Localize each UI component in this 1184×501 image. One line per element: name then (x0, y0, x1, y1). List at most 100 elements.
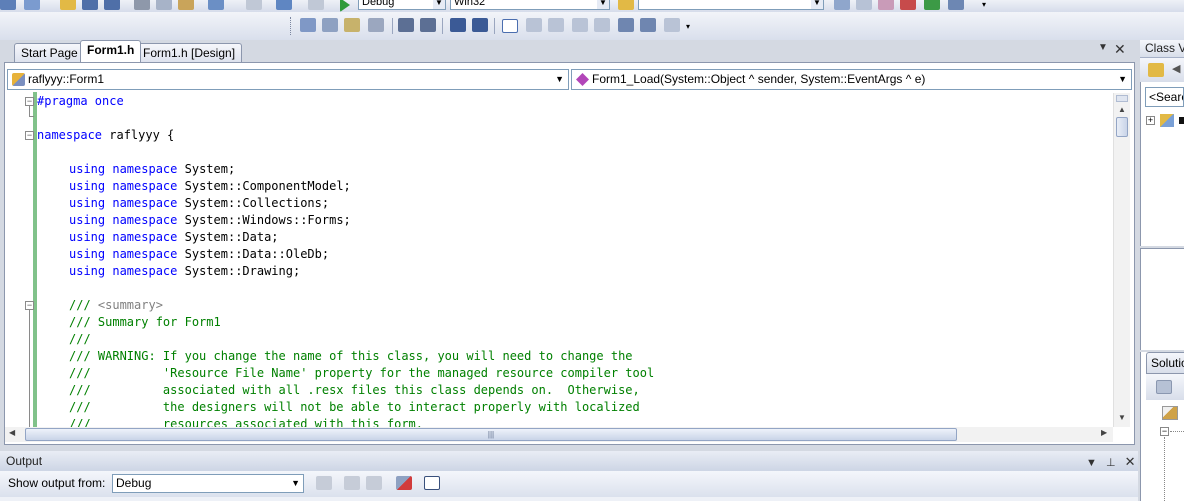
uncomment-lines-icon[interactable] (472, 18, 488, 32)
class-view-title[interactable]: Class Vi (1140, 40, 1184, 58)
increase-indent-icon[interactable] (420, 18, 436, 32)
outline-line (29, 310, 30, 428)
class-combo-value: raflyyy::Form1 (28, 72, 105, 86)
output-source-select[interactable]: Debug ▼ (112, 474, 304, 493)
close-document-icon[interactable]: ✕ (1114, 41, 1126, 58)
task-list-icon[interactable] (924, 0, 940, 10)
tab-start-page[interactable]: Start Page (14, 43, 85, 62)
class-view-toolbar: ◀ (1140, 58, 1184, 82)
member-navigation-combo[interactable]: Form1_Load(System::Object ^ sender, Syst… (571, 69, 1132, 90)
previous-message-icon[interactable] (344, 476, 360, 490)
find-icon[interactable] (834, 0, 850, 10)
properties-icon[interactable] (878, 0, 894, 10)
chevron-down-icon: ▼ (291, 478, 300, 488)
new-project-icon[interactable] (0, 0, 16, 10)
scroll-up-icon[interactable]: ▲ (1118, 105, 1126, 114)
find-in-files-icon[interactable] (618, 0, 634, 10)
paste-icon[interactable] (178, 0, 194, 10)
clear-all-icon[interactable] (396, 476, 412, 490)
collapse-region-icon[interactable]: − (25, 301, 34, 310)
previous-bookmark-icon[interactable] (526, 18, 542, 32)
preprocessor-directive: #pragma once (37, 94, 124, 108)
cut-icon[interactable] (134, 0, 150, 10)
quick-info-icon[interactable] (344, 18, 360, 32)
solution-configuration-select[interactable]: Debug ▼ (358, 0, 446, 10)
chevron-down-icon: ▼ (555, 74, 564, 84)
complete-word-icon[interactable] (368, 18, 384, 32)
chevron-down-icon: ▼ (433, 0, 445, 9)
previous-bookmark-document-icon[interactable] (618, 18, 634, 32)
outline-end (29, 116, 34, 117)
toolbar-grip[interactable] (290, 17, 293, 35)
start-debugging-icon[interactable] (340, 0, 350, 12)
comment-lines-icon[interactable] (450, 18, 466, 32)
navigate-forward-icon[interactable] (308, 0, 324, 10)
previous-bookmark-folder-icon[interactable] (572, 18, 588, 32)
keyword: namespace (112, 264, 178, 278)
toolbox-icon[interactable] (900, 0, 916, 10)
collapse-region-icon[interactable]: − (25, 131, 34, 140)
solution-node-icon[interactable] (1162, 406, 1178, 420)
navigate-backward-icon[interactable] (276, 0, 292, 10)
solution-explorer-icon[interactable] (856, 0, 872, 10)
next-bookmark-icon[interactable] (548, 18, 564, 32)
solution-platform-select[interactable]: Win32 ▼ (450, 0, 610, 10)
properties-icon[interactable] (1156, 380, 1172, 394)
collapse-region-icon[interactable]: − (25, 97, 34, 106)
decrease-indent-icon[interactable] (398, 18, 414, 32)
keyword: namespace (112, 213, 178, 227)
close-icon[interactable]: ✕ (1125, 454, 1136, 469)
scroll-left-icon[interactable]: ◀ (9, 428, 15, 437)
next-message-icon[interactable] (366, 476, 382, 490)
active-files-dropdown-icon[interactable]: ▼ (1098, 42, 1108, 53)
toolbar-options-icon[interactable]: ▾ (982, 0, 986, 9)
go-to-line-icon[interactable] (316, 476, 332, 490)
save-all-icon[interactable] (104, 0, 120, 10)
project-node-icon[interactable] (1160, 114, 1174, 127)
toggle-word-wrap-icon[interactable] (424, 476, 440, 490)
new-folder-icon[interactable] (1148, 63, 1164, 77)
clear-bookmarks-icon[interactable] (664, 18, 680, 32)
code-line: namespace raflyyy { (37, 127, 174, 144)
toolbar-options-icon[interactable]: ▾ (686, 22, 690, 31)
tab-form1-h-design[interactable]: Form1.h [Design] (136, 43, 243, 62)
class-view-search-input[interactable]: <Searc (1145, 87, 1184, 107)
auto-hide-pin-icon[interactable]: ⊥ (1106, 457, 1116, 469)
toggle-bookmark-icon[interactable] (502, 19, 518, 33)
horizontal-scrollbar[interactable]: ◀ ||| ▶ (5, 427, 1113, 442)
find-combo[interactable]: ▼ (638, 0, 824, 10)
configuration-value: Debug (362, 0, 395, 8)
back-icon[interactable]: ◀ (1172, 62, 1180, 75)
next-bookmark-document-icon[interactable] (640, 18, 656, 32)
horizontal-scroll-thumb[interactable]: ||| (25, 428, 957, 441)
vertical-scroll-thumb[interactable] (1116, 117, 1128, 137)
code-line: using namespace System; (69, 161, 235, 178)
add-item-icon[interactable] (24, 0, 40, 10)
code-line: using namespace System::Data; (69, 229, 279, 246)
tree-node-label[interactable] (1179, 117, 1184, 124)
open-file-icon[interactable] (60, 0, 76, 10)
copy-icon[interactable] (156, 0, 172, 10)
scroll-right-icon[interactable]: ▶ (1101, 428, 1107, 437)
redo-icon[interactable] (246, 0, 262, 10)
vertical-scrollbar[interactable]: ▲ ▼ (1113, 93, 1130, 427)
window-position-icon[interactable]: ▼ (1086, 457, 1097, 469)
keyword: using (69, 247, 106, 261)
undo-icon[interactable] (208, 0, 224, 10)
splitter-handle[interactable] (1116, 95, 1128, 102)
code-line: using namespace System::Data::OleDb; (69, 246, 329, 263)
code-text-area[interactable]: #pragma once namespace raflyyy { using nam… (5, 92, 1116, 428)
parameter-info-icon[interactable] (322, 18, 338, 32)
solution-explorer-title[interactable]: Solutio (1146, 352, 1184, 374)
start-page-icon[interactable] (948, 0, 964, 10)
class-navigation-combo[interactable]: raflyyy::Form1 ▼ (7, 69, 569, 90)
tree-expand-icon[interactable]: + (1146, 116, 1155, 125)
tree-collapse-icon[interactable]: − (1160, 427, 1169, 436)
scroll-down-icon[interactable]: ▼ (1118, 413, 1126, 422)
next-bookmark-folder-icon[interactable] (594, 18, 610, 32)
output-panel-title[interactable]: Output (0, 451, 1138, 471)
object-member-list-icon[interactable] (300, 18, 316, 32)
code-line: /// Summary for Form1 (69, 314, 221, 331)
tab-form1-h[interactable]: Form1.h (80, 40, 142, 62)
save-icon[interactable] (82, 0, 98, 10)
